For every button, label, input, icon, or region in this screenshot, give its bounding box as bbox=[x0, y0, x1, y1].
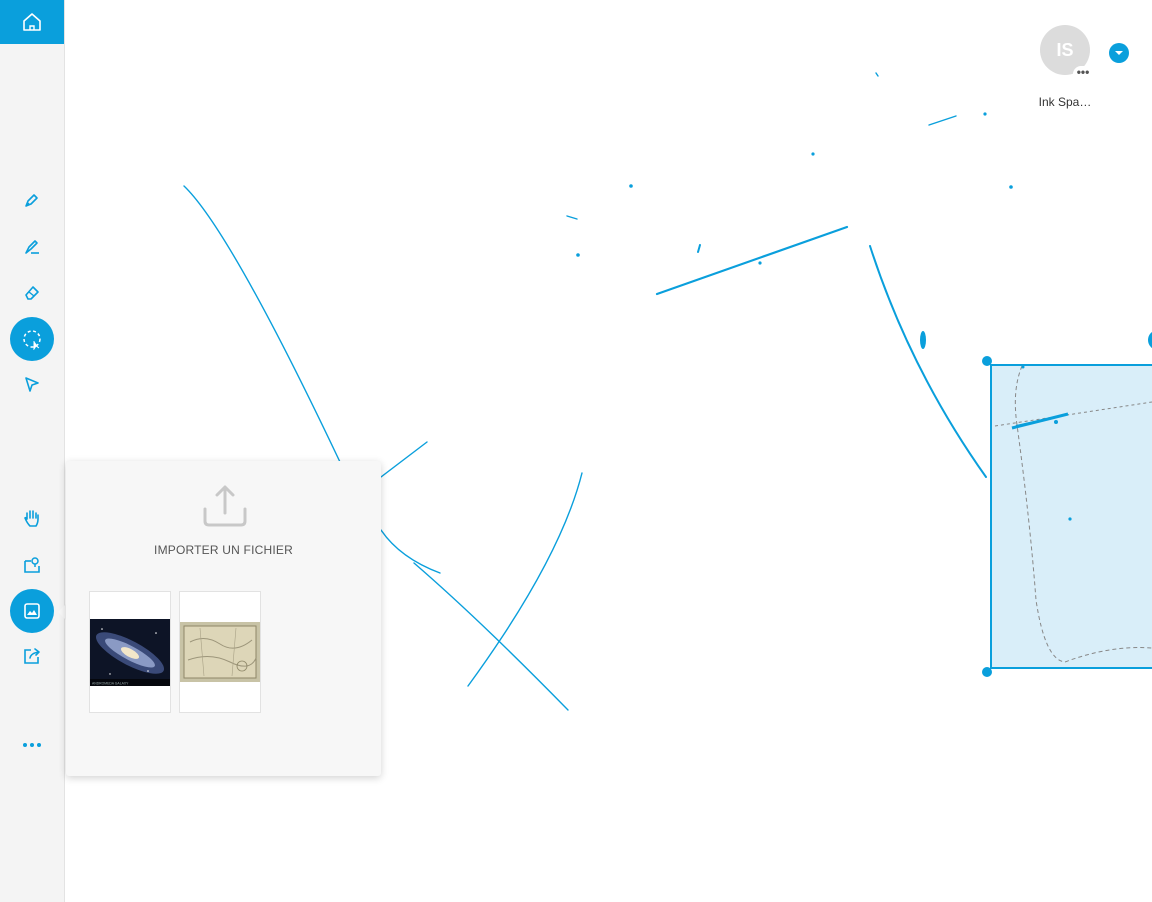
selection-handle bbox=[982, 667, 992, 677]
upload-icon[interactable] bbox=[203, 483, 247, 527]
image-thumbnail-old-map[interactable] bbox=[179, 591, 261, 713]
home-button[interactable] bbox=[0, 0, 64, 44]
panel-pointer bbox=[58, 604, 66, 620]
app-root: IS ••• Ink Spa… IMPORTER UN FICHIER ANDR… bbox=[0, 0, 1152, 902]
pointer-icon bbox=[25, 377, 39, 392]
galaxy-image: ANDROMEDA GALAXY bbox=[90, 619, 170, 686]
ink-stroke bbox=[380, 441, 428, 478]
ink-stroke bbox=[655, 225, 849, 296]
eraser-icon bbox=[25, 286, 39, 300]
pen-tool-button[interactable] bbox=[10, 178, 54, 222]
import-file-label[interactable]: IMPORTER UN FICHIER bbox=[66, 543, 381, 557]
tool-sidebar bbox=[0, 0, 65, 902]
hand-tool-button[interactable] bbox=[10, 496, 54, 540]
galaxy-caption: ANDROMEDA GALAXY bbox=[92, 682, 129, 686]
home-icon bbox=[23, 13, 41, 31]
ink-stroke bbox=[875, 72, 879, 77]
more-tools-button[interactable] bbox=[10, 723, 54, 767]
user-name: Ink Spa… bbox=[1038, 95, 1092, 109]
eraser-tool-button[interactable] bbox=[10, 270, 54, 314]
highlighter-tool-button[interactable] bbox=[10, 225, 54, 269]
ink-dot bbox=[920, 331, 926, 349]
share-icon bbox=[24, 648, 40, 664]
image-icon bbox=[24, 603, 40, 619]
sticky-note-icon bbox=[24, 557, 40, 573]
image-thumbnail-galaxy[interactable]: ANDROMEDA GALAXY bbox=[89, 591, 171, 713]
share-tool-button[interactable] bbox=[10, 634, 54, 678]
chevron-down-icon bbox=[1115, 51, 1123, 55]
lasso-select-tool-button[interactable] bbox=[10, 317, 54, 361]
ink-stroke bbox=[380, 529, 441, 574]
avatar-more-icon[interactable]: ••• bbox=[1073, 66, 1093, 82]
hand-icon bbox=[24, 510, 39, 527]
ink-stroke bbox=[697, 244, 701, 253]
ink-stroke bbox=[413, 562, 569, 711]
import-file-panel: IMPORTER UN FICHIER ANDROMEDA GALAXY bbox=[66, 461, 381, 776]
ink-dot bbox=[576, 253, 580, 257]
image-tool-button[interactable] bbox=[10, 589, 54, 633]
old-map-image bbox=[180, 622, 260, 682]
selection-handle bbox=[982, 356, 992, 366]
user-dropdown-button[interactable] bbox=[1109, 43, 1129, 63]
pointer-tool-button[interactable] bbox=[10, 362, 54, 406]
selection-handle bbox=[1148, 332, 1152, 348]
sticky-note-tool-button[interactable] bbox=[10, 543, 54, 587]
ink-stroke bbox=[928, 115, 957, 126]
highlighter-icon bbox=[25, 240, 39, 254]
pen-icon bbox=[25, 194, 38, 207]
ink-dot bbox=[811, 152, 815, 156]
ink-dot bbox=[983, 112, 987, 116]
lasso-select-icon bbox=[23, 330, 41, 350]
ink-stroke bbox=[566, 215, 578, 220]
ink-stroke bbox=[869, 245, 987, 478]
selection-box bbox=[982, 332, 1152, 677]
ink-stroke bbox=[183, 185, 341, 463]
more-icon bbox=[23, 743, 41, 747]
ink-stroke bbox=[467, 472, 583, 687]
ink-dot bbox=[1009, 185, 1013, 189]
ink-dot bbox=[758, 261, 762, 265]
user-initials: IS bbox=[1056, 39, 1074, 60]
ink-dot bbox=[629, 184, 633, 188]
